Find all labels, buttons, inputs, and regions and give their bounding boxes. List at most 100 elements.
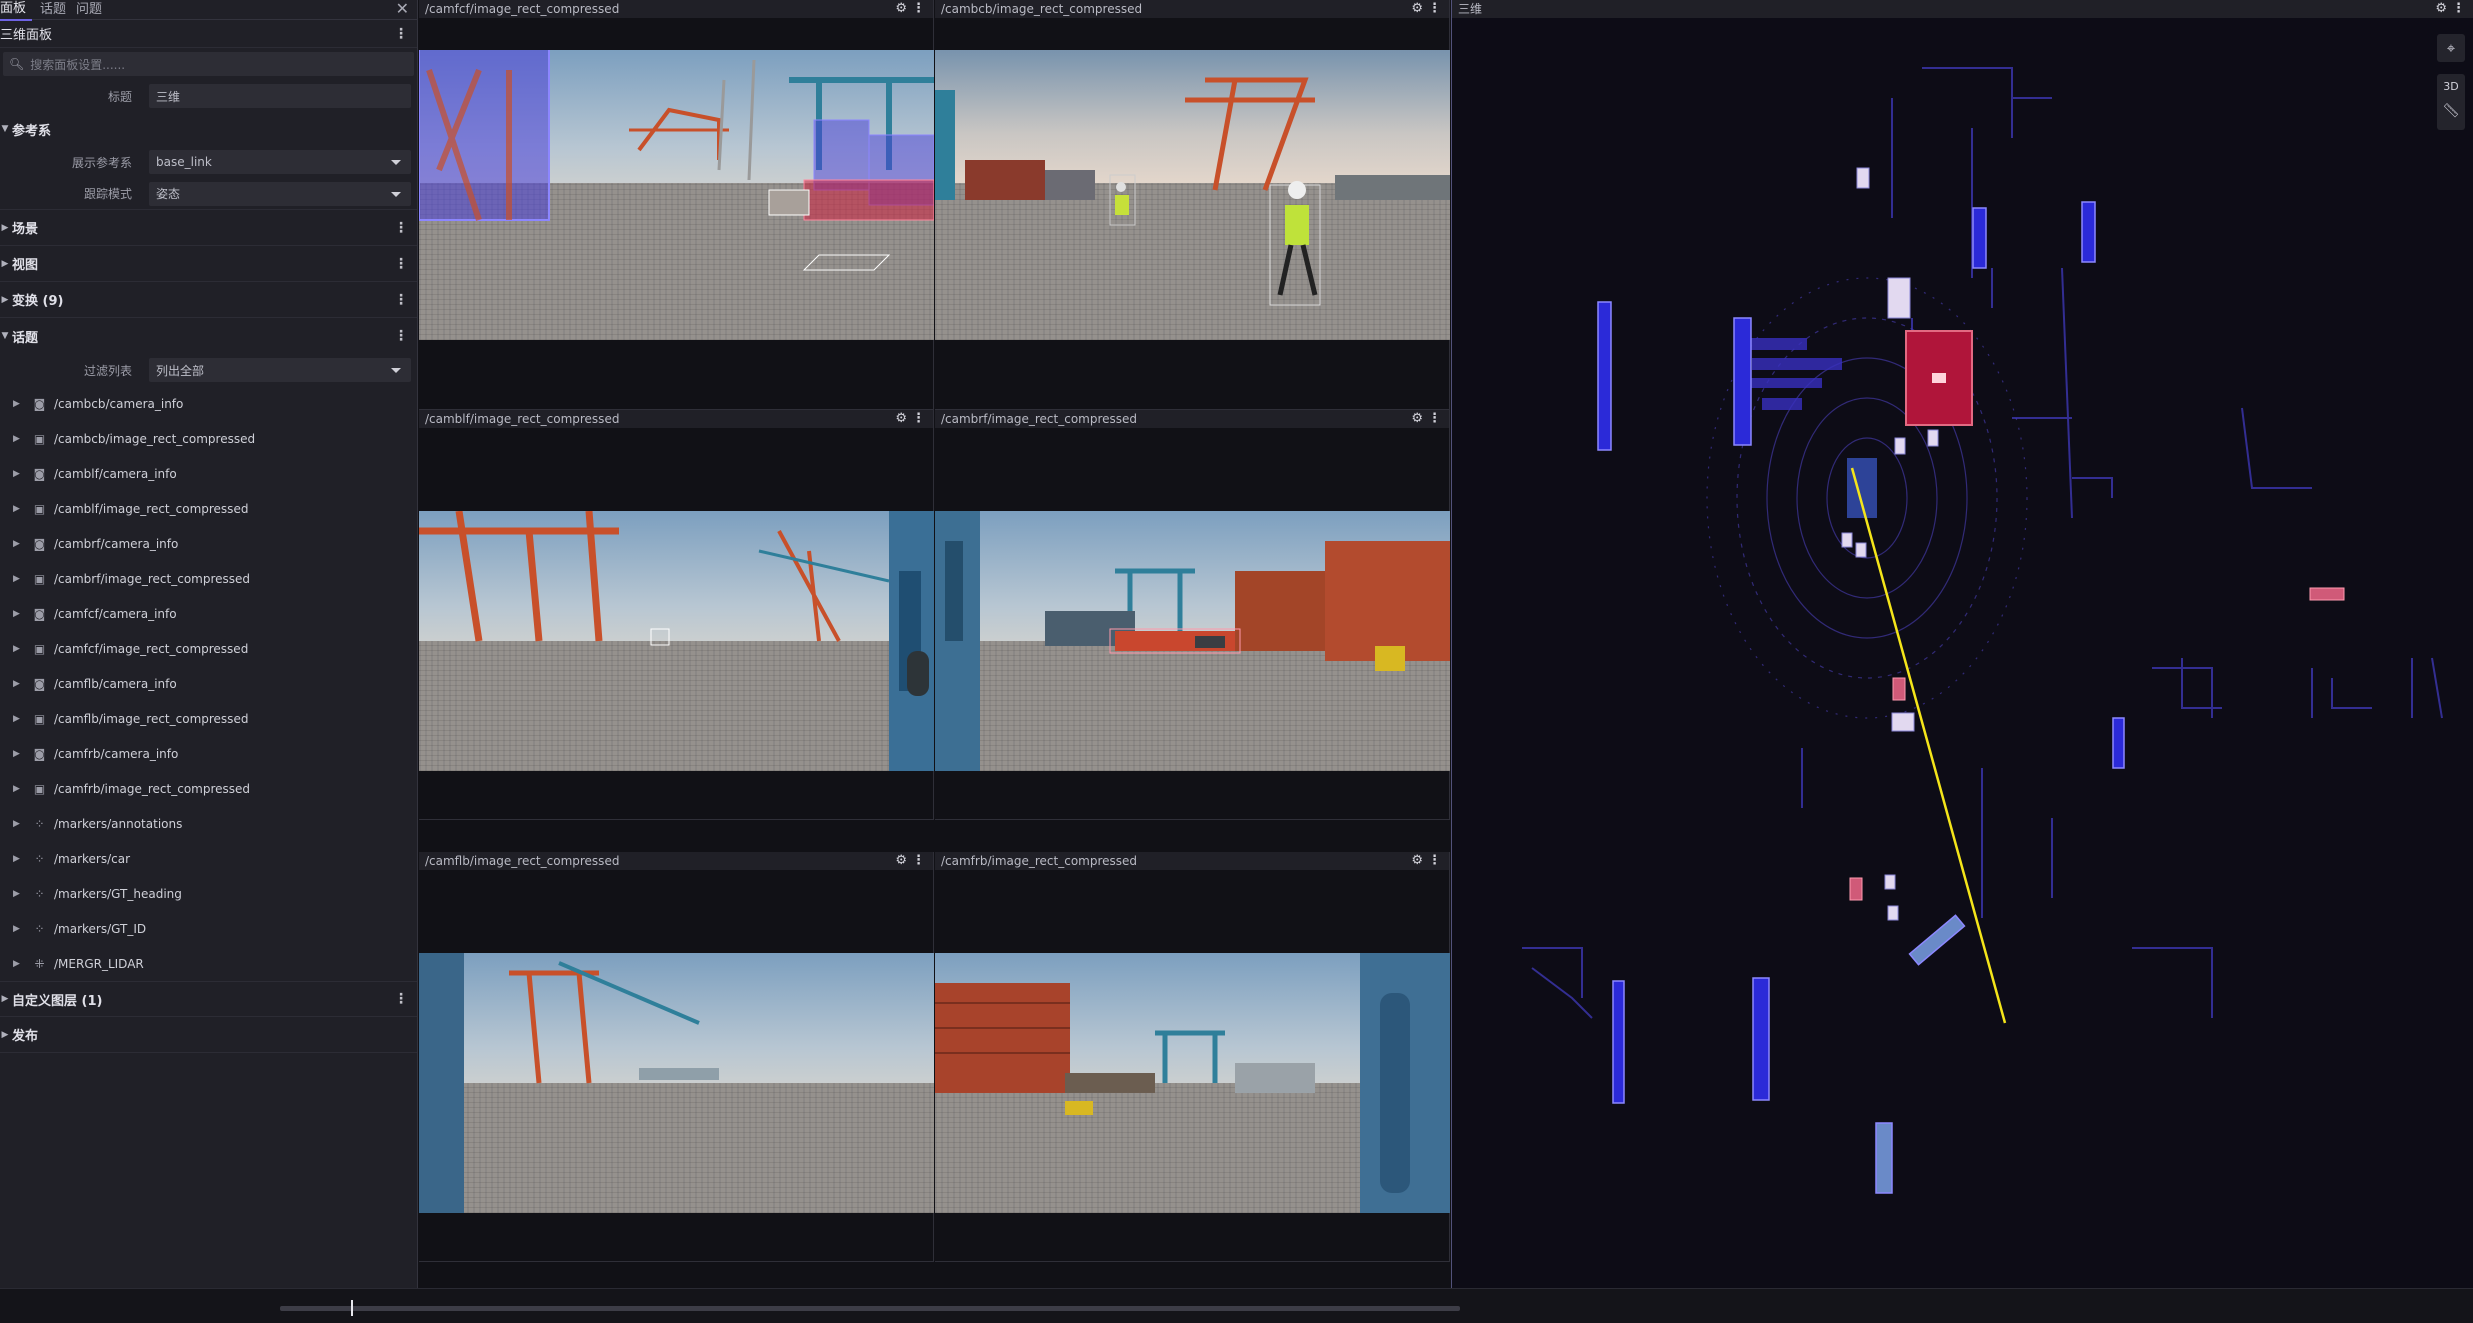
chevron-right-icon[interactable]: ▶ — [13, 819, 31, 829]
topic-item[interactable]: ▶ ◙ /camflb/camera_info — [0, 666, 417, 701]
gear-icon[interactable]: ⚙ — [1411, 852, 1423, 870]
display-frame-value: base_link — [156, 155, 212, 169]
panel-title: 三维面板 ⋮ — [0, 20, 417, 48]
topic-item[interactable]: ▶ ⁘ /markers/GT_heading — [0, 876, 417, 911]
gear-icon[interactable]: ⚙ — [1411, 0, 1423, 18]
topic-item[interactable]: ▶ ◙ /camblf/camera_info — [0, 456, 417, 491]
tab-problems[interactable]: 问题 — [76, 0, 112, 20]
camera-icon: ◙ — [33, 396, 46, 411]
image-panel-camfcf[interactable]: /camfcf/image_rect_compressed ⚙ ⋮ — [419, 0, 934, 410]
chevron-right-icon[interactable]: ▶ — [13, 399, 31, 409]
topic-item[interactable]: ▶ ⁘ /markers/car — [0, 841, 417, 876]
topic-name: /cambcb/camera_info — [54, 396, 184, 411]
more-icon[interactable]: ⋮ — [912, 410, 925, 428]
topic-item[interactable]: ▶ ⁜ /MERGR_LIDAR — [0, 946, 417, 981]
camera-overlay — [935, 953, 1450, 1213]
section-frame[interactable]: ▼ 参考系 — [0, 112, 417, 146]
markers-icon: ⁘ — [34, 886, 45, 901]
close-icon[interactable]: ✕ — [396, 0, 409, 18]
topic-name: /camflb/camera_info — [54, 676, 177, 691]
display-frame-select[interactable]: base_link — [149, 150, 411, 174]
section-topics[interactable]: ▼ 话题 ⋮ — [0, 318, 417, 354]
more-icon[interactable]: ⋮ — [912, 852, 925, 870]
topic-item[interactable]: ▶ ▣ /camfcf/image_rect_compressed — [0, 631, 417, 666]
topic-name: /camfrb/image_rect_compressed — [54, 781, 251, 796]
more-icon[interactable]: ⋮ — [394, 27, 408, 41]
3d-toggle-button[interactable]: 3D — [2437, 80, 2465, 93]
follow-mode-select[interactable]: 姿态 — [149, 181, 411, 206]
more-icon[interactable]: ⋮ — [394, 992, 408, 1006]
section-transforms-label: 变换 (9) — [12, 294, 64, 309]
3d-panel[interactable]: 三维 ⚙ ⋮ ⌖ 3D 📏︎ — [1451, 0, 2473, 1288]
gear-icon[interactable]: ⚙ — [2435, 0, 2447, 18]
topic-item[interactable]: ▶ ◙ /cambcb/camera_info — [0, 386, 417, 421]
topic-item[interactable]: ▶ ▣ /camflb/image_rect_compressed — [0, 701, 417, 736]
section-view[interactable]: ▶ 视图 ⋮ — [0, 246, 417, 282]
image-icon: ▣ — [33, 501, 46, 516]
display-frame-row: 展示参考系 base_link — [0, 146, 417, 178]
chevron-right-icon[interactable]: ▶ — [13, 924, 31, 934]
chevron-right-icon[interactable]: ▶ — [13, 574, 31, 584]
section-publish[interactable]: ▶ 发布 — [0, 1017, 417, 1053]
more-icon[interactable]: ⋮ — [2452, 0, 2465, 18]
section-scene[interactable]: ▶ 场景 ⋮ — [0, 210, 417, 246]
timeline-playhead[interactable] — [351, 1300, 353, 1316]
topic-item[interactable]: ▶ ◙ /cambrf/camera_info — [0, 526, 417, 561]
tab-topics[interactable]: 话题 — [40, 0, 76, 20]
more-icon[interactable]: ⋮ — [394, 221, 408, 235]
topic-item[interactable]: ▶ ⁘ /markers/GT_ID — [0, 911, 417, 946]
gear-icon[interactable]: ⚙ — [1411, 410, 1423, 428]
chevron-right-icon[interactable]: ▶ — [13, 504, 31, 514]
image-panel-camblf[interactable]: /camblf/image_rect_compressed ⚙ ⋮ — [419, 410, 934, 820]
section-transforms[interactable]: ▶ 变换 (9) ⋮ — [0, 282, 417, 318]
ruler-icon[interactable]: 📏︎ — [2437, 103, 2465, 119]
gear-icon[interactable]: ⚙ — [895, 0, 907, 18]
section-custom-layers[interactable]: ▶ 自定义图层 (1) ⋮ — [0, 981, 417, 1017]
topic-item[interactable]: ▶ ⁘ /markers/annotations — [0, 806, 417, 841]
gear-icon[interactable]: ⚙ — [895, 852, 907, 870]
chevron-right-icon[interactable]: ▶ — [13, 854, 31, 864]
topic-item[interactable]: ▶ ▣ /camfrb/image_rect_compressed — [0, 771, 417, 806]
topic-item[interactable]: ▶ ◙ /camfrb/camera_info — [0, 736, 417, 771]
timeline-scrubber[interactable] — [280, 1306, 1460, 1311]
chevron-right-icon[interactable]: ▶ — [13, 784, 31, 794]
filter-select[interactable]: 列出全部 — [149, 358, 411, 382]
select-tool-icon[interactable]: ⌖ — [2437, 34, 2465, 62]
chevron-right-icon[interactable]: ▶ — [13, 889, 31, 899]
chevron-right-icon[interactable]: ▶ — [13, 679, 31, 689]
more-icon[interactable]: ⋮ — [1428, 410, 1441, 428]
chevron-right-icon[interactable]: ▶ — [13, 959, 31, 969]
chevron-right-icon[interactable]: ▶ — [13, 714, 31, 724]
search-input[interactable]: 🔍︎ 搜索面板设置...... — [3, 52, 414, 76]
gear-icon[interactable]: ⚙ — [895, 410, 907, 428]
topic-name: /camfcf/image_rect_compressed — [54, 641, 249, 656]
3d-scene[interactable] — [1452, 18, 2473, 1288]
topic-item[interactable]: ▶ ▣ /cambcb/image_rect_compressed — [0, 421, 417, 456]
topic-item[interactable]: ▶ ▣ /camblf/image_rect_compressed — [0, 491, 417, 526]
more-icon[interactable]: ⋮ — [394, 329, 408, 343]
more-icon[interactable]: ⋮ — [912, 0, 925, 18]
chevron-right-icon[interactable]: ▶ — [13, 644, 31, 654]
topic-name: /camblf/camera_info — [54, 466, 177, 481]
chevron-right-icon[interactable]: ▶ — [13, 749, 31, 759]
tab-panel[interactable]: 面板 — [0, 0, 33, 21]
markers-icon: ⁘ — [34, 851, 45, 866]
more-icon[interactable]: ⋮ — [1428, 0, 1441, 18]
image-panel-cambcb[interactable]: /cambcb/image_rect_compressed ⚙ ⋮ — [935, 0, 1450, 410]
topic-item[interactable]: ▶ ◙ /camfcf/camera_info — [0, 596, 417, 631]
more-icon[interactable]: ⋮ — [394, 293, 408, 307]
topic-item[interactable]: ▶ ▣ /cambrf/image_rect_compressed — [0, 561, 417, 596]
image-panel-camflb[interactable]: /camflb/image_rect_compressed ⚙ ⋮ — [419, 852, 934, 1262]
image-panel-cambrf[interactable]: /cambrf/image_rect_compressed ⚙ ⋮ — [935, 410, 1450, 820]
title-field[interactable]: 三维 — [149, 84, 411, 108]
chevron-right-icon[interactable]: ▶ — [13, 539, 31, 549]
more-icon[interactable]: ⋮ — [394, 257, 408, 271]
chevron-right-icon[interactable]: ▶ — [13, 434, 31, 444]
chevron-right-icon[interactable]: ▶ — [13, 469, 31, 479]
chevron-right-icon[interactable]: ▶ — [13, 609, 31, 619]
more-icon[interactable]: ⋮ — [1428, 852, 1441, 870]
follow-mode-label: 跟踪模式 — [83, 187, 132, 201]
topic-name: /camblf/image_rect_compressed — [54, 501, 249, 516]
topic-name: /camfrb/camera_info — [54, 746, 179, 761]
image-panel-camfrb[interactable]: /camfrb/image_rect_compressed ⚙ ⋮ — [935, 852, 1450, 1262]
